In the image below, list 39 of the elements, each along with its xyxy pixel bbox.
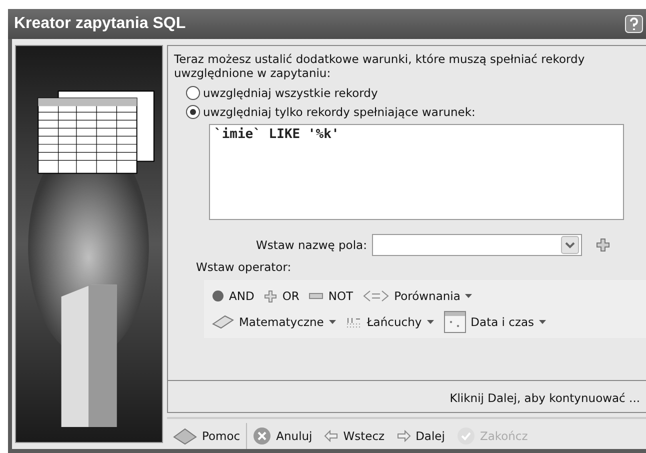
caret-icon [426, 320, 434, 324]
operator-button[interactable]: Porównania [361, 284, 478, 308]
hint-text: Kliknij Dalej, aby kontynuować ... [167, 381, 646, 413]
minus-icon [309, 293, 324, 299]
radio-option[interactable]: uwzględniaj wszystkie rekordy [186, 86, 646, 100]
help-icon[interactable] [625, 15, 643, 33]
caret-icon [328, 320, 336, 324]
radio-button[interactable] [186, 105, 200, 119]
calendar-icon [444, 311, 466, 333]
field-name-dropdown[interactable] [372, 234, 582, 256]
circle-icon [212, 290, 224, 302]
compare-icon [363, 290, 390, 302]
operator-label: Wstaw operator: [196, 260, 292, 274]
insert-plus-icon[interactable] [596, 238, 610, 252]
caret-icon [465, 294, 472, 298]
radio-label: uwzględniaj wszystkie rekordy [203, 86, 378, 100]
wizard-button[interactable]: Wstecz [318, 426, 391, 446]
radio-label: uwzględniaj tylko rekordy spełniające warunek: [203, 105, 476, 119]
operator-button[interactable]: Matematyczne [210, 310, 342, 334]
caret-icon [539, 320, 546, 324]
plus-icon [264, 290, 278, 302]
window-title: Kreator zapytania SQL [14, 15, 186, 33]
radio-option[interactable]: uwzględniaj tylko rekordy spełniające warunek: [186, 105, 646, 119]
cancel-icon [253, 427, 272, 445]
operator-button[interactable]: Łańcuchy [344, 310, 440, 334]
operator-button[interactable]: AND [210, 284, 260, 308]
wizard-button[interactable]: Pomoc [167, 424, 246, 448]
radio-button[interactable] [186, 86, 200, 100]
right-arrow-icon [396, 430, 411, 442]
left-arrow-icon [324, 430, 338, 442]
operator-button[interactable]: Data i czas [442, 310, 552, 334]
check-circle-icon [456, 427, 475, 445]
field-name-label: Wstaw nazwę pola: [256, 238, 367, 252]
wizard-button[interactable]: Anuluj [247, 424, 318, 448]
wizard-button[interactable]: Dalej [390, 426, 451, 446]
condition-field[interactable]: `imie` LIKE '%k' [209, 124, 624, 220]
operator-button[interactable]: NOT [307, 284, 360, 308]
operator-button[interactable]: OR [262, 284, 306, 308]
instruction-text: Teraz możesz ustalić dodatkowe warunki, które muszą spełniać rekordy uwzględnione w zapytaniu: [174, 52, 586, 80]
